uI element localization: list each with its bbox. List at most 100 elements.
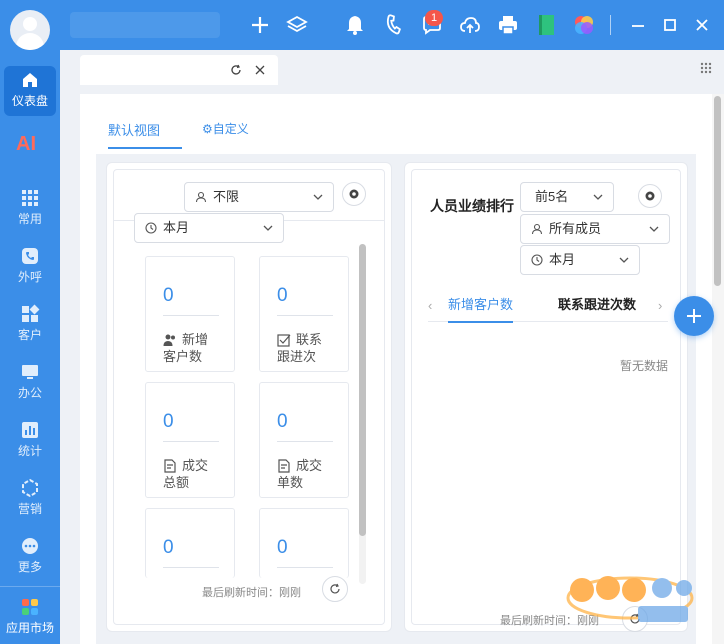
maximize-icon[interactable] bbox=[658, 13, 682, 37]
sidebar-item-label: 外呼 bbox=[17, 270, 42, 284]
add-widget-button[interactable] bbox=[674, 296, 714, 336]
sidebar-item-dashboard[interactable]: 仪表盘 bbox=[4, 66, 56, 116]
stat-divider bbox=[277, 441, 333, 442]
chevron-right-icon[interactable]: › bbox=[658, 298, 668, 313]
sidebar-item-ai[interactable]: AI bbox=[16, 133, 44, 157]
stats-scrollbar[interactable] bbox=[359, 244, 366, 536]
more-icon bbox=[22, 538, 38, 554]
settings-button[interactable] bbox=[638, 184, 662, 208]
user-filter-value: 不限 bbox=[213, 189, 240, 204]
close-icon[interactable] bbox=[690, 13, 714, 37]
phone-call-icon[interactable] bbox=[382, 13, 406, 37]
sidebar-item-more[interactable]: 更多 bbox=[0, 532, 60, 582]
page-scrollbar[interactable] bbox=[714, 96, 721, 286]
colorful-app-icon[interactable] bbox=[572, 13, 596, 37]
ranking-title: 人员业绩排行 bbox=[430, 198, 514, 214]
ai-label: AI bbox=[16, 133, 36, 155]
apps-icon bbox=[22, 304, 40, 322]
sidebar-item-marketing[interactable]: 营销 bbox=[0, 474, 60, 524]
sidebar-item-app-market[interactable]: 应用市场 bbox=[0, 593, 60, 643]
user-icon bbox=[531, 223, 543, 235]
stat-divider bbox=[277, 315, 333, 316]
stat-new-customers[interactable]: 0 新增客户数 bbox=[145, 256, 235, 372]
sidebar-item-stats[interactable]: 统计 bbox=[0, 416, 60, 466]
stat-card-5[interactable]: 0 bbox=[145, 508, 235, 578]
period-filter-value: 本月 bbox=[549, 252, 576, 267]
refresh-icon[interactable] bbox=[230, 64, 242, 76]
stat-label: 新增客户数 bbox=[163, 332, 209, 364]
top-bar: 1 bbox=[60, 0, 724, 50]
home-icon bbox=[23, 73, 37, 87]
stat-divider bbox=[163, 567, 219, 568]
stat-card-6[interactable]: 0 bbox=[259, 508, 349, 578]
settings-button[interactable] bbox=[342, 182, 366, 206]
plus-icon[interactable] bbox=[248, 13, 272, 37]
user-filter-select[interactable]: 不限 bbox=[184, 182, 334, 212]
top-n-select[interactable]: 前5名 bbox=[520, 182, 614, 212]
site-watermark-logo bbox=[566, 576, 694, 622]
ranking-tabs: ‹ 新增客户数 联系跟进次数 › bbox=[428, 290, 668, 323]
minimize-icon[interactable] bbox=[626, 13, 650, 37]
clock-icon bbox=[531, 254, 543, 266]
app-market-icon bbox=[22, 599, 38, 615]
empty-state: 暂无数据 bbox=[620, 359, 669, 373]
sidebar: 仪表盘 AI 常用 外呼 客户 办公 统计 营销 更多 应用市场 bbox=[0, 0, 60, 644]
tab-new-customers[interactable]: 新增客户数 bbox=[448, 294, 514, 323]
stat-deal-count[interactable]: 0 成交单数 bbox=[259, 382, 349, 498]
chevron-down-icon bbox=[313, 194, 323, 200]
layers-icon[interactable] bbox=[285, 13, 309, 37]
period-filter-value: 本月 bbox=[163, 220, 190, 235]
sidebar-item-label: 更多 bbox=[17, 560, 42, 574]
chevron-left-icon[interactable]: ‹ bbox=[428, 298, 438, 313]
sidebar-item-label: 统计 bbox=[17, 444, 42, 458]
sidebar-item-common[interactable]: 常用 bbox=[0, 184, 60, 234]
notebook-icon[interactable] bbox=[534, 13, 558, 37]
period-filter-select[interactable]: 本月 bbox=[134, 213, 284, 243]
grid-icon bbox=[22, 190, 38, 206]
member-filter-value: 所有成员 bbox=[549, 221, 602, 236]
member-filter-select[interactable]: 所有成员 bbox=[520, 214, 670, 244]
sidebar-item-label: 应用市场 bbox=[5, 621, 54, 635]
notification-badge: 1 bbox=[425, 10, 443, 26]
ranking-card-inner: 人员业绩排行 前5名 所有成员 本月 ‹ 新增客户数 联系跟进次数 › 暂无数据… bbox=[411, 169, 681, 632]
last-refresh-text: 最后刷新时间：刚刚 bbox=[202, 587, 301, 599]
sidebar-item-label: 办公 bbox=[17, 386, 42, 400]
sidebar-item-office[interactable]: 办公 bbox=[0, 358, 60, 408]
custom-view-label: 自定义 bbox=[212, 122, 249, 136]
tab-followups[interactable]: 联系跟进次数 bbox=[558, 294, 636, 313]
period-filter-select[interactable]: 本月 bbox=[520, 245, 640, 275]
refresh-button[interactable] bbox=[322, 576, 348, 602]
avatar[interactable] bbox=[10, 10, 50, 50]
phone-icon bbox=[22, 248, 38, 264]
page-scroll-track[interactable] bbox=[712, 94, 724, 644]
chevron-down-icon bbox=[263, 225, 273, 231]
stat-followups[interactable]: 0 联系跟进次 bbox=[259, 256, 349, 372]
bell-icon[interactable] bbox=[343, 13, 367, 37]
hexagon-icon bbox=[22, 478, 38, 498]
sidebar-item-label: 仪表盘 bbox=[11, 94, 48, 108]
company-name-area bbox=[70, 12, 220, 38]
refresh-icon bbox=[330, 583, 340, 594]
stat-value: 0 bbox=[277, 537, 288, 558]
grid-menu-icon[interactable] bbox=[700, 62, 712, 74]
tab-custom-view[interactable]: ⚙自定义 bbox=[202, 120, 249, 137]
avatar-body bbox=[16, 33, 44, 50]
gear-icon bbox=[349, 189, 359, 199]
stat-value: 0 bbox=[163, 411, 174, 432]
stat-value: 0 bbox=[277, 285, 288, 306]
stat-divider bbox=[163, 441, 219, 442]
app-market-button[interactable]: 应用市场 bbox=[0, 586, 60, 644]
stat-deal-amount[interactable]: 0 成交总额 bbox=[145, 382, 235, 498]
tab-dashboard[interactable] bbox=[80, 55, 278, 85]
close-tab-icon[interactable] bbox=[254, 64, 266, 76]
printer-icon[interactable] bbox=[496, 13, 520, 37]
stat-value: 0 bbox=[163, 285, 174, 306]
plus-icon bbox=[687, 309, 701, 323]
monitor-icon bbox=[22, 365, 38, 379]
cloud-upload-icon[interactable] bbox=[458, 13, 482, 37]
sidebar-item-call[interactable]: 外呼 bbox=[0, 242, 60, 292]
sidebar-item-customer[interactable]: 客户 bbox=[0, 300, 60, 350]
topbar-divider bbox=[610, 15, 611, 35]
tab-default-view[interactable]: 默认视图 bbox=[108, 120, 182, 149]
stats-card-inner: 不限 本月 0 新增客户数 0 联系跟进次 0 成交总额 0 成交单数 0 0 … bbox=[113, 169, 385, 625]
